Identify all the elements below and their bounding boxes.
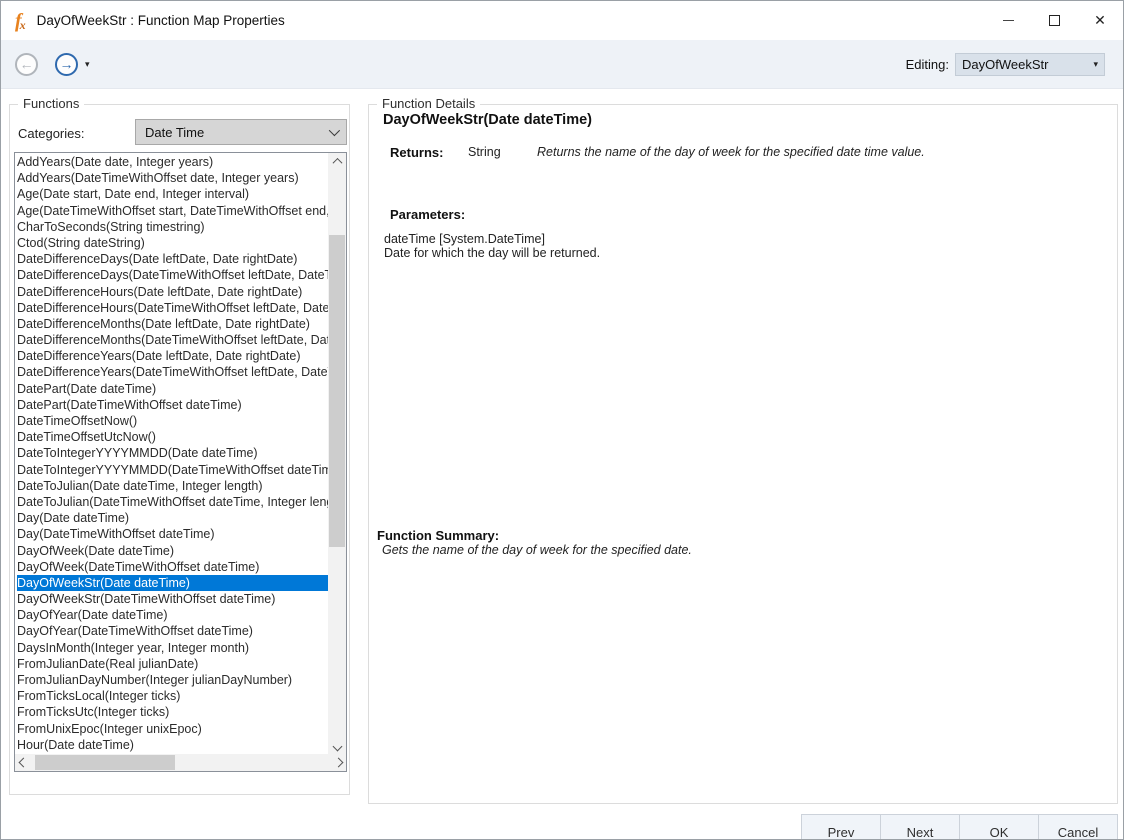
editing-label: Editing: <box>906 57 949 72</box>
function-signature: DayOfWeekStr(Date dateTime) <box>383 112 592 128</box>
list-item[interactable]: DayOfYear(Date dateTime) <box>17 607 328 623</box>
returns-type: String <box>468 145 528 159</box>
list-item[interactable]: DateDifferenceMonths(Date leftDate, Date… <box>17 316 328 332</box>
vertical-scrollbar[interactable] <box>328 153 346 754</box>
ok-button[interactable]: OK <box>959 814 1039 840</box>
list-item[interactable]: FromTicksLocal(Integer ticks) <box>17 688 328 704</box>
list-item[interactable]: Day(Date dateTime) <box>17 510 328 526</box>
list-item[interactable]: DateTimeOffsetNow() <box>17 413 328 429</box>
list-item[interactable]: AddYears(DateTimeWithOffset date, Intege… <box>17 170 328 186</box>
chevron-down-icon <box>332 741 342 751</box>
scroll-down-button[interactable] <box>328 738 346 754</box>
list-item[interactable]: FromJulianDayNumber(Integer julianDayNum… <box>17 672 328 688</box>
list-item[interactable]: Ctod(String dateString) <box>17 235 328 251</box>
function-summary-label: Function Summary: <box>377 528 499 543</box>
list-item[interactable]: AddYears(Date date, Integer years) <box>17 154 328 170</box>
scroll-left-button[interactable] <box>15 754 31 771</box>
forward-dropdown-caret-icon[interactable]: ▾ <box>85 59 90 70</box>
list-item[interactable]: Day(DateTimeWithOffset dateTime) <box>17 526 328 542</box>
toolbar: ← → ▾ Editing: DayOfWeekStr ▾ <box>1 40 1123 89</box>
maximize-button[interactable] <box>1031 1 1077 40</box>
forward-button[interactable]: → <box>55 53 78 76</box>
list-item[interactable]: DayOfWeekStr(Date dateTime) <box>17 575 328 591</box>
chevron-right-icon <box>333 758 343 768</box>
function-list-items: AddYears(Date date, Integer years)AddYea… <box>15 153 328 754</box>
list-item[interactable]: DateTimeOffsetUtcNow() <box>17 429 328 445</box>
list-item[interactable]: DateDifferenceHours(DateTimeWithOffset l… <box>17 300 328 316</box>
function-map-properties-dialog: fx DayOfWeekStr : Function Map Propertie… <box>0 0 1124 840</box>
next-button[interactable]: Next <box>880 814 960 840</box>
list-item[interactable]: DateDifferenceYears(DateTimeWithOffset l… <box>17 364 328 380</box>
list-item[interactable]: DateToIntegerYYYYMMDD(DateTimeWithOffset… <box>17 462 328 478</box>
list-item[interactable]: DateDifferenceYears(Date leftDate, Date … <box>17 348 328 364</box>
forward-arrow-icon: → <box>60 57 74 71</box>
chevron-left-icon <box>18 758 28 768</box>
list-item[interactable]: DateDifferenceMonths(DateTimeWithOffset … <box>17 332 328 348</box>
list-item[interactable]: DaysInMonth(Integer year, Integer month) <box>17 640 328 656</box>
parameter-name: dateTime [System.DateTime] <box>384 232 545 246</box>
list-item[interactable]: FromUnixEpoc(Integer unixEpoc) <box>17 721 328 737</box>
back-arrow-icon: ← <box>20 57 34 71</box>
vertical-scrollbar-thumb[interactable] <box>329 235 345 547</box>
title-bar: fx DayOfWeekStr : Function Map Propertie… <box>1 1 1123 40</box>
scroll-right-button[interactable] <box>330 754 346 771</box>
close-icon: ✕ <box>1094 12 1106 29</box>
prev-button[interactable]: Prev <box>801 814 881 840</box>
horizontal-scrollbar-thumb[interactable] <box>35 755 175 770</box>
scroll-up-button[interactable] <box>328 153 346 169</box>
list-item[interactable]: FromTicksUtc(Integer ticks) <box>17 704 328 720</box>
minimize-icon <box>1003 20 1014 21</box>
list-item[interactable]: DateDifferenceDays(Date leftDate, Date r… <box>17 251 328 267</box>
chevron-up-icon <box>332 157 342 167</box>
window-controls: ✕ <box>985 1 1123 40</box>
fx-app-icon: fx <box>15 11 28 31</box>
list-item[interactable]: FromJulianDate(Real julianDate) <box>17 656 328 672</box>
chevron-down-icon: ▾ <box>1093 59 1098 70</box>
parameters-label: Parameters: <box>390 207 465 222</box>
functions-group-title: Functions <box>18 96 84 111</box>
list-item[interactable]: DayOfWeekStr(DateTimeWithOffset dateTime… <box>17 591 328 607</box>
categories-combobox-value: Date Time <box>145 125 204 140</box>
list-item[interactable]: DateDifferenceHours(Date leftDate, Date … <box>17 284 328 300</box>
list-item[interactable]: DateToIntegerYYYYMMDD(Date dateTime) <box>17 445 328 461</box>
returns-description: Returns the name of the day of week for … <box>537 145 925 159</box>
list-item[interactable]: DayOfYear(DateTimeWithOffset dateTime) <box>17 623 328 639</box>
footer-buttons: PrevNextOKCancel <box>801 814 1118 840</box>
function-details-group-title: Function Details <box>377 96 480 111</box>
window-title: DayOfWeekStr : Function Map Properties <box>37 13 285 28</box>
list-item[interactable]: Age(Date start, Date end, Integer interv… <box>17 186 328 202</box>
categories-combobox[interactable]: Date Time <box>135 119 347 145</box>
cancel-button[interactable]: Cancel <box>1038 814 1118 840</box>
list-item[interactable]: CharToSeconds(String timestring) <box>17 219 328 235</box>
horizontal-scrollbar[interactable] <box>15 754 346 771</box>
list-item[interactable]: DayOfWeek(DateTimeWithOffset dateTime) <box>17 559 328 575</box>
function-details-groupbox: Function Details DayOfWeekStr(Date dateT… <box>368 104 1118 804</box>
list-item[interactable]: Hour(Date dateTime) <box>17 737 328 753</box>
list-item[interactable]: DatePart(Date dateTime) <box>17 381 328 397</box>
list-item[interactable]: DateToJulian(Date dateTime, Integer leng… <box>17 478 328 494</box>
function-summary-text: Gets the name of the day of week for the… <box>382 543 692 557</box>
list-item[interactable]: Age(DateTimeWithOffset start, DateTimeWi… <box>17 203 328 219</box>
list-item[interactable]: DateDifferenceDays(DateTimeWithOffset le… <box>17 267 328 283</box>
back-button[interactable]: ← <box>15 53 38 76</box>
categories-label: Categories: <box>18 126 84 141</box>
editing-combobox[interactable]: DayOfWeekStr ▾ <box>955 53 1105 76</box>
list-item[interactable]: DayOfWeek(Date dateTime) <box>17 543 328 559</box>
function-listbox: AddYears(Date date, Integer years)AddYea… <box>14 152 347 772</box>
functions-groupbox: Functions Categories: Date Time AddYears… <box>9 104 350 795</box>
chevron-down-icon <box>329 125 340 136</box>
maximize-icon <box>1049 15 1060 26</box>
returns-label: Returns: <box>390 145 443 160</box>
close-button[interactable]: ✕ <box>1077 1 1123 40</box>
list-item[interactable]: DatePart(DateTimeWithOffset dateTime) <box>17 397 328 413</box>
editing-combobox-value: DayOfWeekStr <box>962 57 1048 72</box>
minimize-button[interactable] <box>985 1 1031 40</box>
list-item[interactable]: DateToJulian(DateTimeWithOffset dateTime… <box>17 494 328 510</box>
parameter-description: Date for which the day will be returned. <box>384 246 600 260</box>
